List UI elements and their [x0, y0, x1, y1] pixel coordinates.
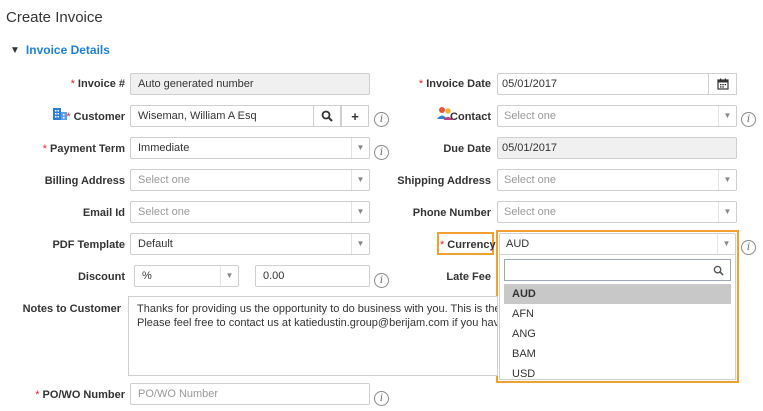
- discount-label: Discount: [77, 271, 125, 283]
- currency-label: * Currency: [440, 239, 496, 251]
- discount-value-input[interactable]: 0.00: [255, 265, 370, 287]
- caret-down-icon: ▼: [351, 234, 369, 254]
- customer-info-icon[interactable]: i: [374, 112, 389, 127]
- email-id-label: Email Id: [82, 207, 125, 219]
- billing-address-label: Billing Address: [44, 175, 125, 187]
- caret-down-icon: ▼: [351, 138, 369, 158]
- invoice-date-label: * Invoice Date: [418, 78, 491, 90]
- page-title: Create Invoice: [6, 9, 103, 26]
- add-customer-button[interactable]: +: [341, 105, 369, 127]
- customer-label: * Customer: [66, 111, 125, 123]
- shipping-address-select[interactable]: Select one ▼: [497, 169, 737, 191]
- discount-type-select[interactable]: % ▼: [134, 265, 239, 287]
- search-icon: [713, 265, 724, 276]
- currency-option-aud[interactable]: AUD: [504, 284, 731, 304]
- pdf-template-select[interactable]: Default ▼: [130, 233, 370, 255]
- invoice-number-label: * Invoice #: [70, 78, 125, 90]
- section-title: Invoice Details: [25, 43, 110, 57]
- shipping-address-label: Shipping Address: [397, 175, 491, 187]
- po-wo-info-icon[interactable]: i: [374, 391, 389, 406]
- po-wo-label: * PO/WO Number: [35, 389, 125, 401]
- notes-label: Notes to Customer: [22, 303, 121, 315]
- discount-info-icon[interactable]: i: [374, 273, 389, 288]
- customer-input[interactable]: Wiseman, William A Esq: [130, 105, 314, 127]
- payment-term-label: * Payment Term: [42, 143, 125, 155]
- payment-term-select[interactable]: Immediate ▼: [130, 137, 370, 159]
- invoice-date-field[interactable]: 05/01/2017: [497, 73, 709, 95]
- section-invoice-details[interactable]: ▼ Invoice Details: [10, 43, 110, 57]
- caret-down-icon: ▼: [718, 202, 736, 222]
- chevron-down-icon: ▼: [10, 44, 20, 56]
- due-date-label: Due Date: [443, 143, 491, 155]
- calendar-button[interactable]: [708, 73, 737, 95]
- due-date-field: 05/01/2017: [497, 137, 737, 159]
- currency-option-ang[interactable]: ANG: [504, 324, 731, 344]
- po-wo-input[interactable]: PO/WO Number: [130, 383, 370, 405]
- currency-option-bam[interactable]: BAM: [504, 344, 731, 364]
- currency-option-afn[interactable]: AFN: [504, 304, 731, 324]
- late-fee-label: Late Fee: [446, 271, 491, 283]
- pdf-template-label: PDF Template: [52, 239, 125, 251]
- phone-number-select[interactable]: Select one ▼: [497, 201, 737, 223]
- currency-info-icon[interactable]: i: [741, 240, 756, 255]
- calendar-icon: [716, 78, 729, 90]
- currency-option-usd[interactable]: USD: [504, 364, 731, 384]
- search-icon: [321, 110, 333, 122]
- caret-down-icon: ▼: [717, 234, 735, 254]
- required-marker: *: [70, 78, 75, 90]
- currency-select[interactable]: AUD ▼: [499, 233, 736, 255]
- contact-label: Contact: [450, 111, 491, 123]
- contact-info-icon[interactable]: i: [741, 112, 756, 127]
- caret-down-icon: ▼: [718, 106, 736, 126]
- caret-down-icon: ▼: [351, 170, 369, 190]
- plus-icon: +: [351, 108, 359, 124]
- email-id-select[interactable]: Select one ▼: [130, 201, 370, 223]
- caret-down-icon: ▼: [718, 170, 736, 190]
- contact-select[interactable]: Select one ▼: [497, 105, 737, 127]
- notes-textarea[interactable]: Thanks for providing us the opportunity …: [128, 296, 498, 376]
- billing-address-select[interactable]: Select one ▼: [130, 169, 370, 191]
- currency-dropdown-list: AUD AFN ANG BAM USD: [499, 254, 736, 380]
- currency-search-input[interactable]: [504, 259, 731, 281]
- phone-number-label: Phone Number: [412, 207, 491, 219]
- caret-down-icon: ▼: [351, 202, 369, 222]
- caret-down-icon: ▼: [220, 266, 238, 286]
- customer-search-button[interactable]: [313, 105, 341, 127]
- invoice-number-field: Auto generated number: [130, 73, 370, 95]
- payment-term-info-icon[interactable]: i: [374, 145, 389, 160]
